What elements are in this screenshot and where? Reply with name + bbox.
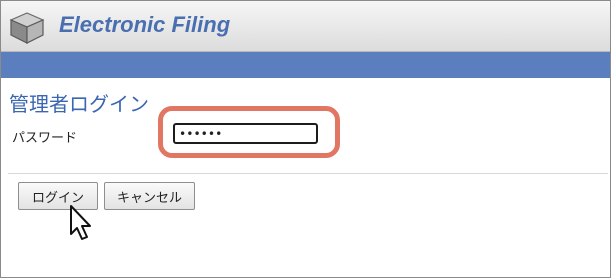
cancel-button[interactable]: キャンセル xyxy=(104,182,195,210)
app-title: Electronic Filing xyxy=(59,12,231,37)
mouse-pointer-icon xyxy=(70,205,91,240)
app-header: Electronic Filing xyxy=(1,1,610,52)
divider xyxy=(8,173,608,174)
cube-icon xyxy=(9,12,45,44)
password-label: パスワード xyxy=(12,131,78,146)
page-title: 管理者ログイン xyxy=(9,92,149,116)
menu-bar xyxy=(1,52,610,78)
password-field[interactable] xyxy=(173,123,318,144)
